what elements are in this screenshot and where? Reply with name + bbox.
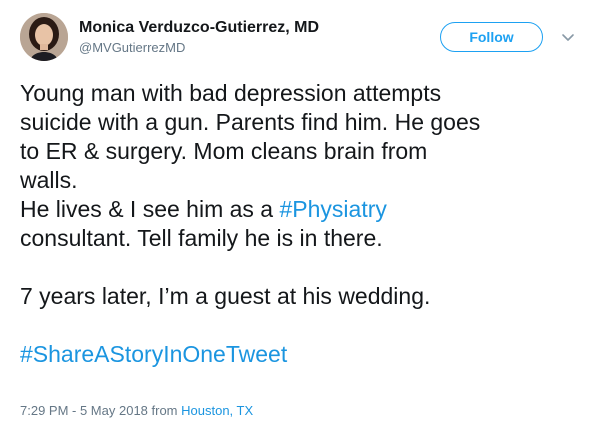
tweet-text: Young man with bad depression attempts s… xyxy=(20,79,585,369)
tweet-line: consultant. Tell family he is in there. xyxy=(20,225,383,251)
hashtag-physiatry-link[interactable]: #Physiatry xyxy=(280,196,387,222)
tweet-line: to ER & surgery. Mom cleans brain from xyxy=(20,138,428,164)
tweet-line-text: He lives & I see him as a xyxy=(20,196,280,222)
chevron-down-icon[interactable] xyxy=(560,29,576,45)
tweet-line: He lives & I see him as a #Physiatry xyxy=(20,195,585,224)
author-avatar[interactable] xyxy=(20,13,68,61)
tweet-line: walls. xyxy=(20,167,78,193)
tweet-line: #ShareAStoryInOneTweet xyxy=(20,340,585,369)
tweet-line: suicide with a gun. Parents find him. He… xyxy=(20,109,481,135)
follow-button-label: Follow xyxy=(469,29,514,45)
hashtag-shareastory-link[interactable]: #ShareAStoryInOneTweet xyxy=(20,341,287,367)
avatar-image xyxy=(20,13,68,61)
tweet-line: 7 years later, I’m a guest at his weddin… xyxy=(20,283,431,309)
author-handle[interactable]: @MVGutierrezMD xyxy=(79,40,185,56)
follow-button[interactable]: Follow xyxy=(440,22,543,52)
author-name[interactable]: Monica Verduzco-Gutierrez, MD xyxy=(79,18,319,38)
tweet-location-link[interactable]: Houston, TX xyxy=(181,403,253,418)
tweet-line: Young man with bad depression attempts xyxy=(20,80,442,106)
tweet-meta: 7:29 PM - 5 May 2018 from Houston, TX xyxy=(20,403,253,419)
tweet-timestamp[interactable]: 7:29 PM - 5 May 2018 from xyxy=(20,403,181,418)
